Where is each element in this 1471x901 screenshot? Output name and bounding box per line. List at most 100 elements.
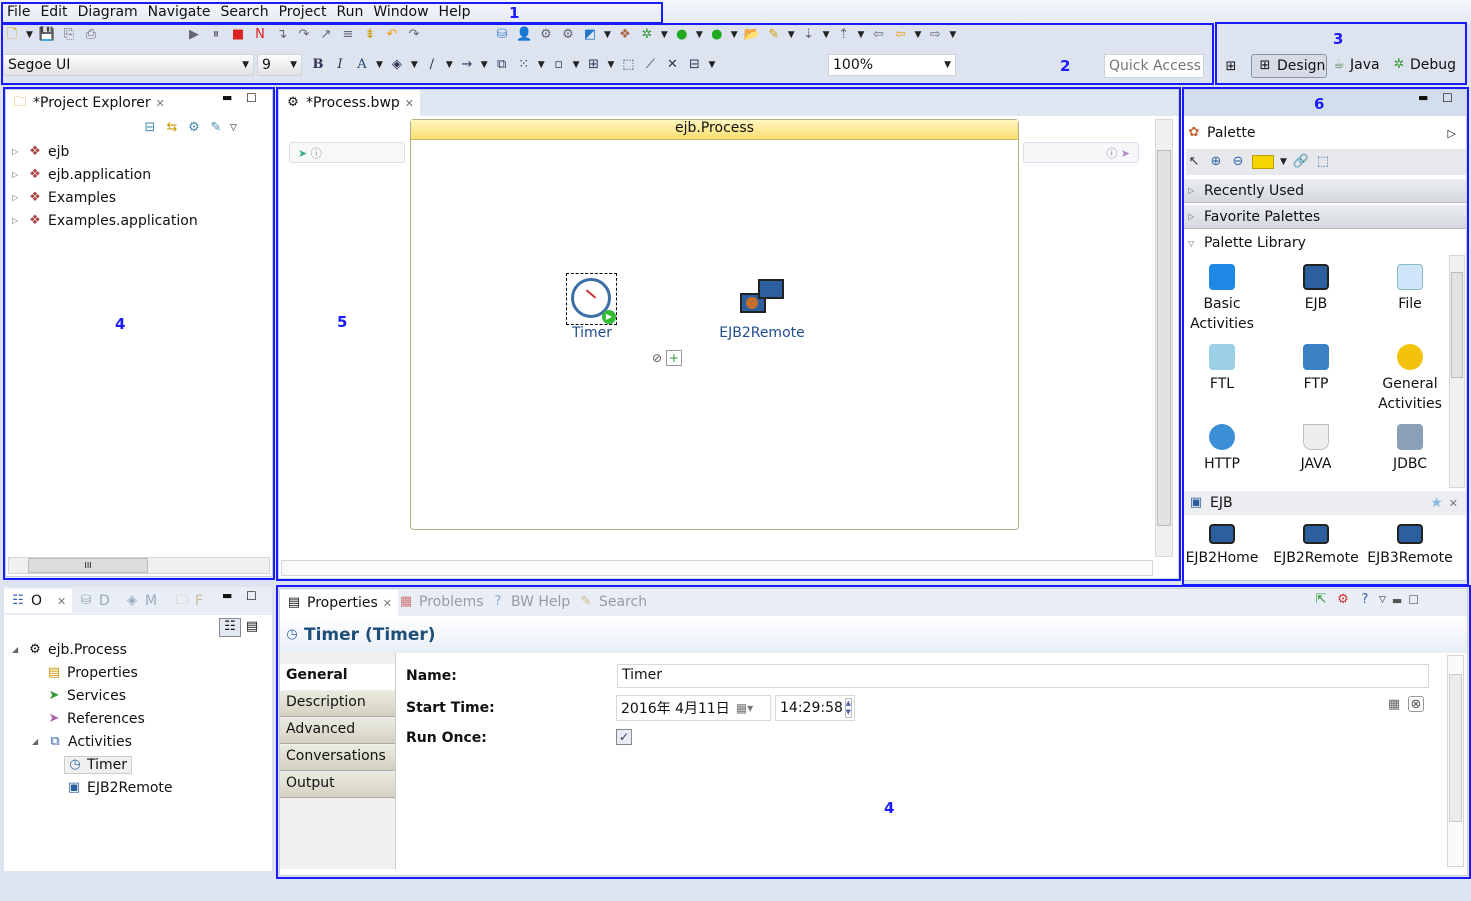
tab-outline[interactable]: ☷ O ✕ <box>4 589 73 613</box>
font-color-dropdown[interactable]: ▼ <box>376 60 383 70</box>
table-icon[interactable]: ▦ <box>1386 697 1402 713</box>
distribute-icon[interactable]: ⊞ <box>586 57 602 73</box>
menu-help[interactable]: Help <box>439 4 471 20</box>
copy-format-icon[interactable]: ⧉ <box>494 57 510 73</box>
font-size-select[interactable]: 9 ▼ <box>257 54 302 76</box>
pen-icon[interactable]: ✎ <box>766 27 782 43</box>
section-output[interactable]: Output <box>280 772 395 798</box>
tree-item[interactable]: ◢ ⚙ ejb.Process <box>12 638 173 661</box>
fill-color-icon[interactable]: ◈ <box>389 57 405 73</box>
tab-d[interactable]: ⛁ D <box>72 589 116 613</box>
forward-icon[interactable]: ⇨ <box>927 27 943 43</box>
align-icon[interactable]: ▫ <box>551 57 567 73</box>
timer-activity[interactable]: ▶ <box>566 273 617 325</box>
tab-f[interactable]: 🗀 F <box>168 589 209 613</box>
menu-edit[interactable]: Edit <box>40 4 67 20</box>
link-icon[interactable]: ⟋ <box>642 57 658 73</box>
back-icon[interactable]: ⇦ <box>892 27 908 43</box>
section-advanced[interactable]: Advanced <box>280 718 395 744</box>
tab-problems[interactable]: ▦ Problems <box>392 590 490 614</box>
menu-run[interactable]: Run <box>336 4 363 20</box>
font-name-select[interactable]: Segoe UI ▼ <box>3 54 254 76</box>
menu-project[interactable]: Project <box>279 4 327 20</box>
new-dropdown[interactable]: ▼ <box>26 30 33 40</box>
collapse-all-icon[interactable]: ⊟ <box>142 120 158 136</box>
zoom-select[interactable]: 100% ▼ <box>828 54 956 76</box>
name-field[interactable]: Timer <box>617 664 1429 688</box>
add-icon[interactable]: + <box>665 350 682 366</box>
close-icon[interactable]: ✕ <box>156 97 165 110</box>
tree-item-selected[interactable]: ◷ Timer <box>12 753 173 776</box>
back-dropdown[interactable]: ▼ <box>914 30 921 40</box>
tree-item[interactable]: ➤ Services <box>12 684 173 707</box>
use-step-filters-icon[interactable]: ⇟ <box>362 27 378 43</box>
redo-icon[interactable]: ↷ <box>406 27 422 43</box>
drawer-recently-used[interactable]: ▷ Recently Used <box>1184 179 1466 203</box>
section-conversations[interactable]: Conversations <box>280 745 395 771</box>
select-tool-icon[interactable]: ↖ <box>1186 154 1202 170</box>
step-over-icon[interactable]: ↷ <box>296 27 312 43</box>
font-color-button[interactable]: A <box>354 57 370 73</box>
palette-java[interactable]: JAVA <box>1271 424 1361 474</box>
unlink-icon[interactable]: ✕ <box>664 57 680 73</box>
palette-scrollbar[interactable] <box>1449 255 1465 488</box>
tree-item[interactable]: ➤ References <box>12 707 173 730</box>
palette-ejb3remote[interactable]: EJB3Remote <box>1365 524 1455 568</box>
minimize-icon[interactable]: ▬ <box>222 91 232 104</box>
view-menu-icon[interactable]: ▽ <box>230 123 237 133</box>
maximize-icon[interactable]: ☐ <box>1442 91 1453 105</box>
view-menu-icon[interactable]: ▽ <box>1379 595 1386 605</box>
start-time-spinner[interactable]: 14:29:58 ▲ ▼ <box>775 695 855 721</box>
line-color-icon[interactable]: ∕ <box>424 57 440 73</box>
section-general[interactable]: General <box>280 664 395 690</box>
palette-jdbc[interactable]: JDBC <box>1365 424 1455 474</box>
editor-vertical-scrollbar[interactable] <box>1155 119 1173 557</box>
open-folder-icon[interactable]: 📂 <box>744 27 760 43</box>
minimize-icon[interactable]: ▬ <box>1392 594 1402 607</box>
disconnect-icon[interactable]: N <box>252 27 268 43</box>
pin-icon[interactable]: ✎ <box>208 120 224 136</box>
favorite-star-icon[interactable]: ★ <box>1430 495 1443 511</box>
palette-ejb2home[interactable]: EJB2Home <box>1177 524 1267 568</box>
tree-item[interactable]: ▷ ❖ Examples.application <box>12 209 198 232</box>
drop-frame-icon[interactable]: ≡ <box>340 27 356 43</box>
drawer-ejb[interactable]: ▣ EJB ★ ✕ <box>1184 491 1466 515</box>
clear-icon[interactable]: ⊗ <box>1408 696 1424 712</box>
table-view-icon[interactable]: ▤ <box>244 619 260 635</box>
tree-item[interactable]: ◢ ⧉ Activities <box>12 730 173 753</box>
tab-properties[interactable]: ▤ Properties ✕ <box>280 590 398 616</box>
references-lane[interactable]: ⓘ ➤ <box>1023 142 1139 163</box>
italic-button[interactable]: I <box>332 57 348 73</box>
connection-tools[interactable]: ⊘ + <box>652 350 682 366</box>
tree-item[interactable]: ▷ ❖ Examples <box>12 186 198 209</box>
tree-view-button[interactable]: ☷ <box>219 618 241 637</box>
bold-button[interactable]: B <box>310 57 326 73</box>
layout-icon[interactable]: ⊟ <box>686 57 702 73</box>
arrow-dropdown[interactable]: ▼ <box>481 60 488 70</box>
close-icon[interactable]: ✕ <box>383 597 392 610</box>
arrow-style-icon[interactable]: → <box>459 57 475 73</box>
start-date-picker[interactable]: 2016年 4月11日 ▦▾ <box>616 695 771 721</box>
zoom-out-icon[interactable]: ⊖ <box>1230 154 1246 170</box>
perspective-java[interactable]: ☕ Java <box>1331 57 1379 73</box>
marquee-icon[interactable]: ⬚ <box>1315 154 1331 170</box>
gear2-icon[interactable]: ⚙ <box>560 27 576 43</box>
menu-file[interactable]: File <box>7 4 30 20</box>
deploy-icon[interactable]: ⛁ <box>494 27 510 43</box>
maximize-icon[interactable]: ☐ <box>246 589 257 603</box>
palette-http[interactable]: HTTP <box>1177 424 1267 474</box>
filter-icon[interactable]: ⚙ <box>1335 592 1351 608</box>
tab-m[interactable]: ◈ M <box>118 589 163 613</box>
palette-ftl[interactable]: FTL <box>1177 344 1267 394</box>
run-external-icon[interactable]: ● <box>709 27 725 43</box>
tree-item[interactable]: ▷ ❖ ejb <box>12 140 198 163</box>
quick-access-input[interactable] <box>1104 54 1204 78</box>
pin-view-icon[interactable]: ⇱ <box>1313 592 1329 608</box>
menu-window[interactable]: Window <box>373 4 428 20</box>
ruler-dropdown[interactable]: ▼ <box>604 30 611 40</box>
perspective-debug[interactable]: ✲ Debug <box>1391 57 1457 73</box>
print-icon[interactable]: ⎙ <box>83 27 99 43</box>
terminate-icon[interactable]: ■ <box>230 27 246 43</box>
tab-bw-help[interactable]: ? BW Help <box>484 590 576 614</box>
line-dropdown[interactable]: ▼ <box>446 60 453 70</box>
